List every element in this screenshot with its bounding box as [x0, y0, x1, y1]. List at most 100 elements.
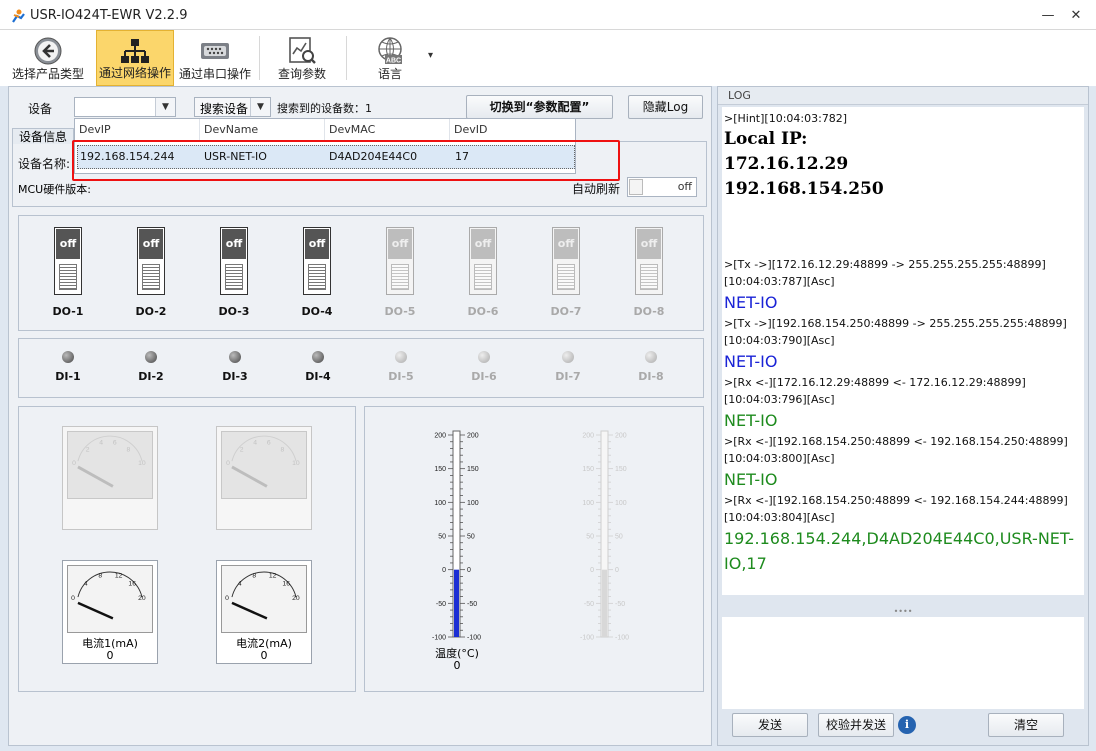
- search-device-button[interactable]: 搜索设备 ▼: [194, 97, 271, 117]
- send-input[interactable]: [722, 617, 1084, 709]
- network-icon: [121, 39, 149, 63]
- column-header-devname[interactable]: DevName: [200, 119, 325, 141]
- switch-grip: [225, 264, 243, 290]
- gauge-tick: 8: [127, 446, 131, 453]
- back-arrow-icon: [34, 37, 62, 65]
- temperature-thermometer-disabled: 200 200 150 150 100 100 50 50 0 0 -50 -50 -100 -100: [580, 430, 629, 642]
- toolbar-label: 查询参数: [277, 67, 326, 81]
- log-line: >[Tx ->][172.16.12.29:48899 -> 255.255.2…: [724, 258, 1046, 288]
- send-button[interactable]: 发送: [732, 713, 808, 737]
- toolbar-more-dropdown[interactable]: ▾: [428, 50, 433, 61]
- tick-label: -100: [580, 635, 594, 642]
- device-combo[interactable]: ▼: [74, 97, 176, 117]
- tick-label: -100: [615, 635, 629, 642]
- gauge-tick: 0: [226, 460, 230, 467]
- gauge-tick: 8: [281, 446, 285, 453]
- switch-state: off: [305, 229, 329, 259]
- toolbar-separator: [259, 36, 260, 80]
- column-header-devip[interactable]: DevIP: [75, 119, 200, 141]
- current2-value: 0: [260, 649, 268, 662]
- do-label: DO-1: [52, 305, 84, 318]
- do-switch-5: off: [386, 227, 414, 295]
- minimize-button[interactable]: —: [1034, 2, 1062, 30]
- close-button[interactable]: ✕: [1062, 2, 1090, 30]
- toolbar-separator: [346, 36, 347, 80]
- mcu-version-label: MCU硬件版本:: [18, 183, 91, 196]
- do-switch-8: off: [635, 227, 663, 295]
- chevron-down-icon[interactable]: ▼: [250, 98, 270, 116]
- query-params-button[interactable]: 查询参数: [266, 30, 338, 86]
- gauge-tick: 16: [128, 580, 136, 587]
- do-label: DO-4: [301, 305, 333, 318]
- select-product-type-button[interactable]: 选择产品类型: [10, 30, 86, 86]
- column-header-devmac[interactable]: DevMAC: [325, 119, 450, 141]
- tick-label: 200: [434, 433, 446, 440]
- di-indicator-2: [145, 351, 157, 363]
- log-line: Local IP:: [724, 129, 808, 149]
- di-label: DI-3: [222, 370, 248, 383]
- gauge-tick: 4: [253, 440, 257, 447]
- gauge-tick: 10: [138, 460, 146, 467]
- log-line: >[Rx <-][192.168.154.250:48899 <- 192.16…: [724, 435, 1068, 465]
- gauge-tick: 10: [292, 460, 300, 467]
- switch-state: off: [139, 229, 163, 259]
- switch-grip: [59, 264, 77, 290]
- window-title: USR-IO424T-EWR V2.2.9: [30, 8, 188, 23]
- network-operation-button[interactable]: 通过网络操作: [96, 30, 174, 86]
- switch-body: off: [137, 227, 165, 295]
- gauge-tick: 12: [115, 573, 123, 580]
- chevron-down-icon[interactable]: ▼: [155, 98, 175, 116]
- hide-log-button[interactable]: 隐藏Log: [628, 95, 703, 119]
- auto-refresh-toggle[interactable]: off: [627, 177, 697, 197]
- switch-to-param-config-button[interactable]: 切换到“参数配置”: [466, 95, 613, 119]
- analog-gauge-disabled-1: 0 2 4 6 8 10: [62, 426, 158, 530]
- toolbar-label: 语言: [377, 67, 402, 81]
- do-switch-2[interactable]: off: [137, 227, 165, 295]
- column-header-devid[interactable]: DevID: [450, 119, 575, 141]
- gauge-tick: 0: [72, 460, 76, 467]
- switch-body: off: [303, 227, 331, 295]
- tab-device-info[interactable]: 设备信息: [12, 128, 74, 144]
- serial-operation-button[interactable]: 通过串口操作: [176, 30, 254, 86]
- toolbar-label: 通过网络操作: [98, 66, 171, 80]
- do-label: DO-3: [218, 305, 250, 318]
- verify-send-button[interactable]: 校验并发送: [818, 713, 894, 737]
- di-label: DI-4: [305, 370, 331, 383]
- toolbar-label: 通过串口操作: [178, 67, 251, 81]
- log-line: NET-IO: [724, 411, 778, 430]
- switch-state: off: [471, 229, 495, 259]
- do-switch-3[interactable]: off: [220, 227, 248, 295]
- do-switch-4[interactable]: off: [303, 227, 331, 295]
- tick-label: 150: [434, 466, 446, 473]
- language-button[interactable]: ABC 语言: [354, 30, 426, 86]
- do-switch-6: off: [469, 227, 497, 295]
- switch-body: off: [635, 227, 663, 295]
- gauge-tick: 4: [238, 580, 242, 587]
- do-switch-1[interactable]: off: [54, 227, 82, 295]
- log-panel: LOG >[Hint][10:04:03:782] Local IP: 172.16…: [717, 86, 1089, 746]
- log-splitter[interactable]: ••••: [722, 607, 1084, 617]
- tick-label: -50: [615, 601, 625, 608]
- lang-icon-text: ABC: [386, 58, 401, 65]
- switch-body: off: [552, 227, 580, 295]
- gauge-tick: 0: [225, 595, 229, 602]
- clear-button[interactable]: 清空: [988, 713, 1064, 737]
- tick-label: 50: [467, 534, 475, 541]
- temperature-value: 0: [453, 659, 461, 672]
- search-device-label: 搜索设备: [200, 102, 249, 116]
- current1-gauge: 0 4 8 12 16 20 电流1(mA) 0: [62, 560, 158, 664]
- device-label: 设备: [28, 102, 53, 116]
- do-label: DO-5: [384, 305, 416, 318]
- tick-label: 100: [582, 500, 594, 507]
- tick-label: 200: [615, 433, 627, 440]
- gauge-face-icon: 0 2 4 6 8 10: [221, 431, 307, 499]
- log-line: >[Tx ->][192.168.154.250:48899 -> 255.25…: [724, 317, 1067, 347]
- gauge-tick: 20: [292, 595, 300, 602]
- log-output[interactable]: >[Hint][10:04:03:782] Local IP: 172.16.12.…: [722, 107, 1084, 595]
- temperature-group: [364, 406, 704, 692]
- tick-label: 100: [434, 500, 446, 507]
- gauge-tick: 12: [269, 573, 277, 580]
- info-icon[interactable]: i: [898, 716, 916, 734]
- current1-value: 0: [106, 649, 114, 662]
